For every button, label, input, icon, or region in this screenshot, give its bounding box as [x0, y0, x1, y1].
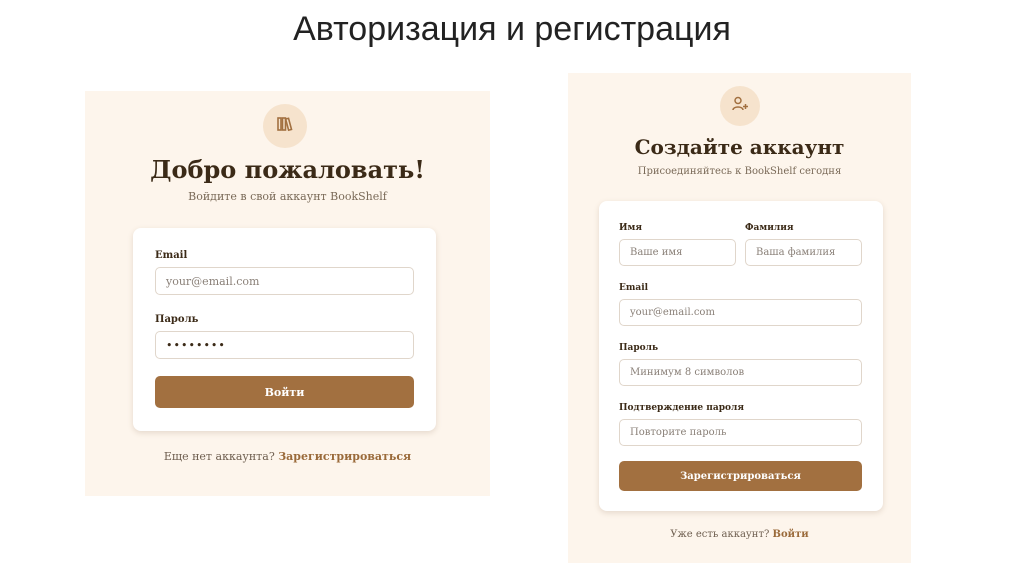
email-placeholder: your@email.com [166, 274, 260, 288]
confirm-password-field[interactable]: Повторите пароль [619, 419, 862, 446]
register-password-placeholder: Минимум 8 символов [630, 367, 745, 378]
register-button[interactable]: Зарегистрироваться [619, 461, 862, 491]
register-form-card: Имя Ваше имя Фамилия Ваша фамилия Email … [599, 201, 883, 511]
login-footer: Еще нет аккаунта? Зарегистрироваться [85, 450, 490, 463]
login-form-card: Email your@email.com Пароль •••••••• Вой… [133, 228, 436, 431]
register-subheading: Присоединяйтесь к BookShelf сегодня [637, 166, 842, 177]
register-heading: Создайте аккаунт [634, 135, 845, 159]
first-name-field[interactable]: Ваше имя [619, 239, 736, 266]
register-email-placeholder: your@email.com [630, 307, 715, 318]
login-footer-text: Еще нет аккаунта? [163, 450, 275, 463]
login-subheading: Войдите в свой аккаунт BookShelf [188, 190, 387, 203]
books-icon [276, 115, 294, 137]
email-field[interactable]: your@email.com [155, 267, 414, 295]
login-heading: Добро пожаловать! [150, 155, 425, 184]
last-name-field[interactable]: Ваша фамилия [745, 239, 862, 266]
register-footer: Уже есть аккаунт? Войти [568, 529, 911, 540]
confirm-password-placeholder: Повторите пароль [630, 427, 727, 438]
login-logo [263, 104, 307, 148]
user-plus-icon [731, 95, 749, 117]
password-value: •••••••• [166, 338, 226, 352]
slide-title: Авторизация и регистрация [293, 10, 731, 48]
login-button[interactable]: Войти [155, 376, 414, 408]
register-password-field[interactable]: Минимум 8 символов [619, 359, 862, 386]
last-name-placeholder: Ваша фамилия [756, 247, 836, 258]
login-panel: Добро пожаловать! Войдите в свой аккаунт… [85, 91, 490, 496]
login-link[interactable]: Войти [773, 529, 809, 540]
register-logo [720, 86, 760, 126]
last-name-label: Фамилия [745, 223, 794, 233]
register-password-label: Пароль [619, 343, 659, 353]
register-footer-text: Уже есть аккаунт? [670, 529, 770, 540]
first-name-placeholder: Ваше имя [630, 247, 683, 258]
password-field[interactable]: •••••••• [155, 331, 414, 359]
first-name-label: Имя [619, 223, 642, 233]
confirm-password-label: Подтверждение пароля [619, 403, 744, 413]
password-label: Пароль [155, 314, 199, 325]
register-email-label: Email [619, 283, 649, 293]
register-link[interactable]: Зарегистрироваться [278, 450, 411, 463]
email-label: Email [155, 250, 188, 261]
register-panel: Создайте аккаунт Присоединяйтесь к BookS… [568, 73, 911, 563]
register-email-field[interactable]: your@email.com [619, 299, 862, 326]
